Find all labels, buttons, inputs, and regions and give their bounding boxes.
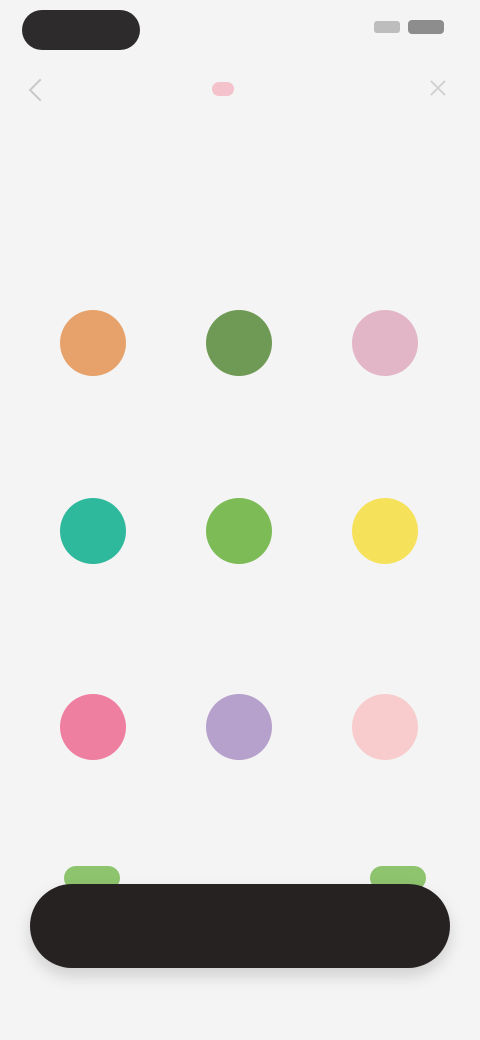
- category-tile[interactable]: [166, 290, 312, 478]
- category-tile[interactable]: [166, 478, 312, 674]
- category-icon: [206, 694, 272, 760]
- category-icon: [60, 498, 126, 564]
- back-icon[interactable]: [28, 78, 52, 102]
- status-bar: [0, 0, 480, 60]
- category-grid: [20, 290, 460, 870]
- category-icon: [206, 498, 272, 564]
- category-tile[interactable]: [312, 290, 458, 478]
- close-icon[interactable]: [428, 78, 448, 98]
- category-tile[interactable]: [166, 674, 312, 870]
- category-icon: [352, 498, 418, 564]
- continue-button[interactable]: [30, 884, 450, 968]
- category-tile[interactable]: [312, 674, 458, 870]
- category-icon: [60, 310, 126, 376]
- category-tile[interactable]: [20, 290, 166, 478]
- dynamic-island: [22, 10, 140, 50]
- category-tile[interactable]: [20, 478, 166, 674]
- brand-logo: [212, 82, 234, 96]
- category-icon: [352, 694, 418, 760]
- status-icons: [374, 20, 444, 34]
- category-tile[interactable]: [312, 478, 458, 674]
- category-tile[interactable]: [20, 674, 166, 870]
- top-nav: [0, 60, 480, 116]
- signal-icon: [374, 21, 400, 33]
- category-icon: [206, 310, 272, 376]
- category-icon: [60, 694, 126, 760]
- battery-icon: [408, 20, 444, 34]
- category-icon: [352, 310, 418, 376]
